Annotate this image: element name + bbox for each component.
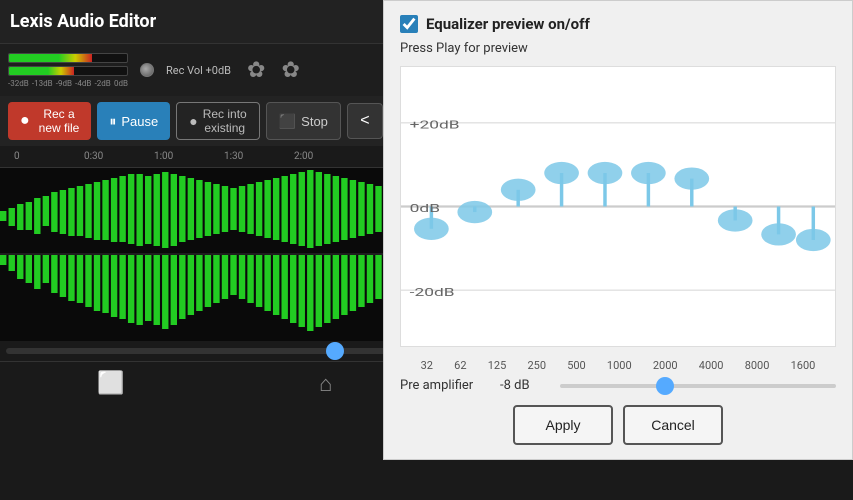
apply-button[interactable]: Apply [513,405,613,445]
svg-text:+20dB: +20dB [410,118,460,132]
rec-vol-label: Rec Vol +0dB [166,64,231,77]
fan-icon-right: ✿ [281,58,299,83]
pre-amp-slider[interactable] [560,384,836,388]
eq-chart: +20dB 0dB -20dB [400,66,836,347]
pre-amp-thumb[interactable] [656,377,674,395]
equalizer-overlay: Equalizer preview on/off Press Play for … [383,0,853,460]
fan-icon-left: ✿ [247,58,265,83]
eq-title: Equalizer preview on/off [426,15,590,33]
meter-bar-top-fill [9,54,92,62]
prev-button[interactable]: < [347,103,383,139]
rec-existing-icon: ● [189,113,197,129]
meter-bar-bottom [8,66,128,76]
nav-home-icon[interactable]: ⌂ [319,371,332,397]
eq-x-labels: 32 62 125 250 500 1000 2000 4000 8000 16… [400,359,836,372]
eq-buttons: Apply Cancel [400,405,836,445]
timeline-mark-0: 0 [14,151,20,162]
stop1-icon: ⬛ [279,113,296,130]
pre-amp-value: -8 dB [500,378,550,393]
rec-existing-button[interactable]: ● Rec into existing [176,102,260,140]
nav-windows-icon[interactable]: ⬜ [97,371,124,396]
cancel-button[interactable]: Cancel [623,405,723,445]
meter-bar-bottom-fill [9,67,74,75]
timeline-mark-30: 0:30 [84,151,103,162]
timeline-mark-120: 2:00 [294,151,313,162]
pre-amp-row: Pre amplifier -8 dB [400,378,836,393]
level-meter: -32dB -13dB -9dB -4dB -2dB 0dB [8,53,128,88]
timeline-mark-90: 1:30 [224,151,243,162]
svg-text:0dB: 0dB [410,201,440,215]
scroll-thumb[interactable] [326,342,344,360]
pre-amp-label: Pre amplifier [400,378,490,393]
pause1-button[interactable]: ⏸ Pause [97,102,170,140]
meter-labels: -32dB -13dB -9dB -4dB -2dB 0dB [8,79,128,88]
rec-new-file-button[interactable]: ● Rec a new file [8,102,91,140]
meter-bar-top [8,53,128,63]
eq-preview-text: Press Play for preview [400,41,836,56]
timeline-mark-60: 1:00 [154,151,173,162]
pause1-icon: ⏸ [109,113,116,130]
vol-knob[interactable] [140,63,154,77]
rec-icon: ● [20,112,30,130]
eq-header: Equalizer preview on/off [400,15,836,33]
svg-text:-20dB: -20dB [410,285,455,299]
eq-checkbox[interactable] [400,15,418,33]
stop1-button[interactable]: ⬛ Stop [266,102,341,140]
